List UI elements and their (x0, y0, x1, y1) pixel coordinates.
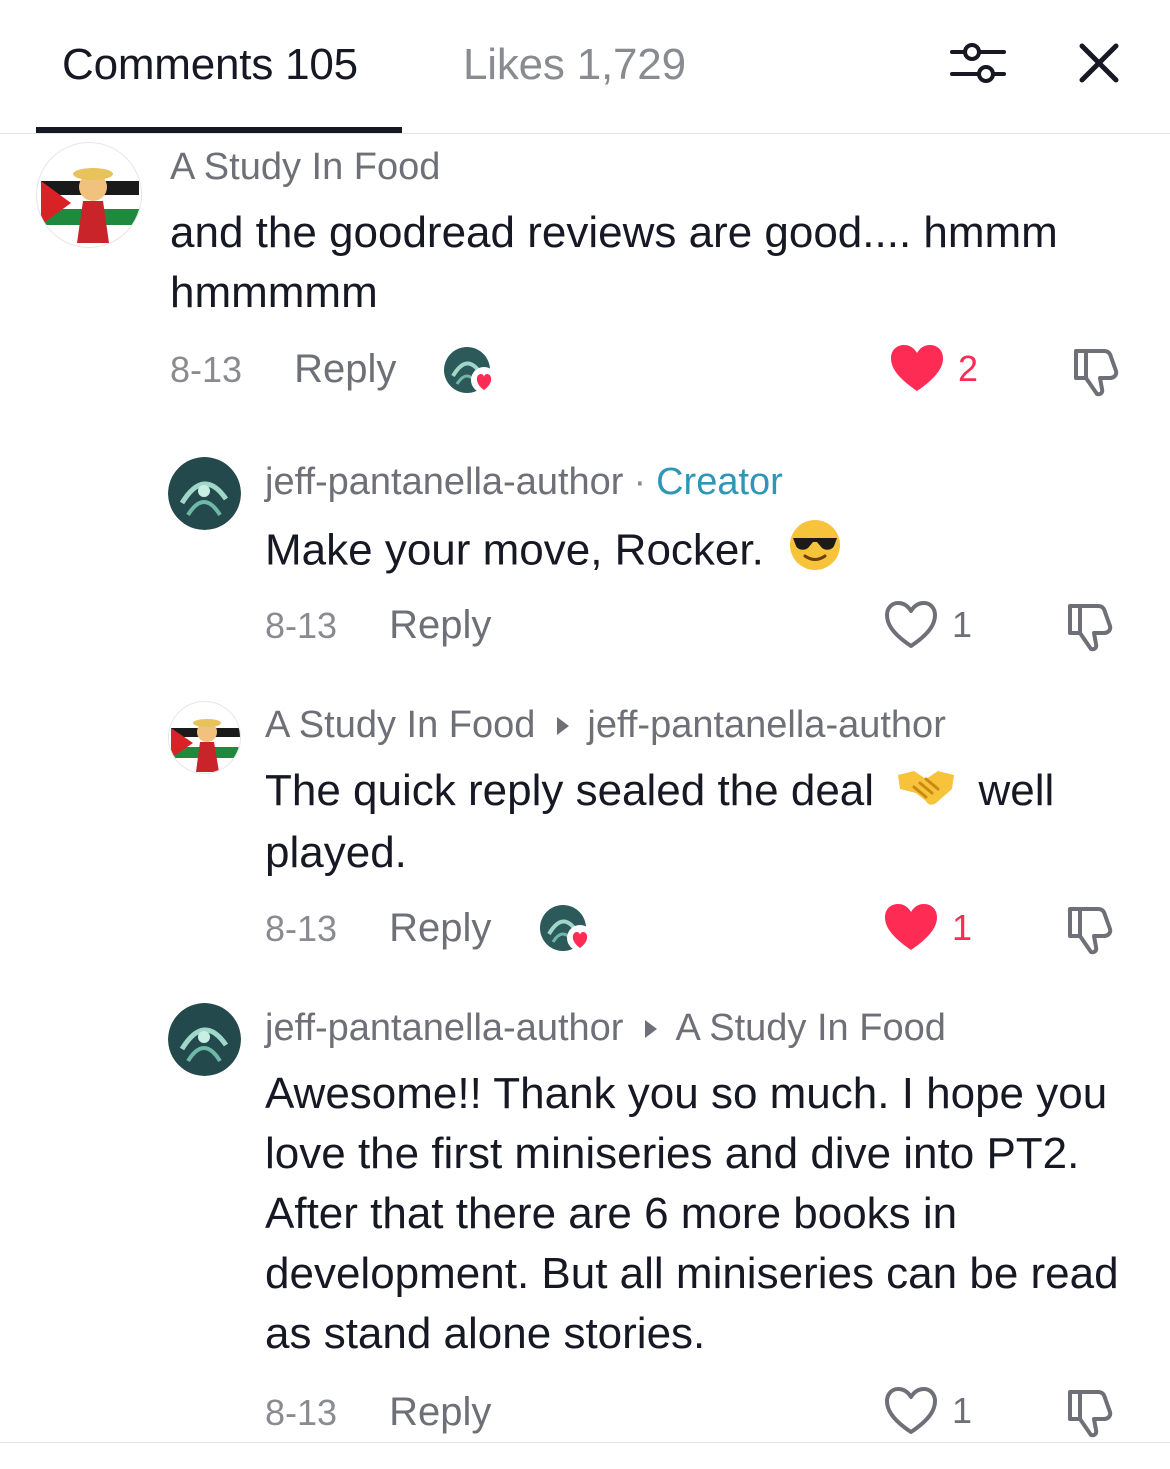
creator-badge: Creator (656, 461, 783, 503)
comment-date: 8-13 (265, 907, 338, 949)
thumbs-down-icon[interactable] (1064, 1386, 1120, 1438)
reply-button[interactable]: Reply (294, 347, 396, 392)
comment-meta: 8-13 Reply (265, 603, 491, 648)
divider (0, 1442, 1170, 1443)
comment-text-before: The quick reply sealed the deal (265, 766, 875, 815)
comment-meta: 8-13 Reply (265, 906, 491, 951)
thumbs-down-icon[interactable] (1070, 345, 1126, 397)
heart-outline-icon (885, 1387, 937, 1434)
active-tab-indicator (36, 127, 402, 133)
comment-author: A Study In Food jeff-pantanella-author (265, 704, 946, 747)
heart-outline-icon (885, 601, 937, 648)
reply-button[interactable]: Reply (389, 603, 491, 648)
author-name[interactable]: jeff-pantanella-author (265, 461, 623, 504)
reply-button[interactable]: Reply (389, 906, 491, 951)
comment-meta: 8-13 Reply (265, 1390, 491, 1435)
comment-meta: 8-13 Reply (170, 347, 396, 392)
liked-by-creator-icon (443, 346, 499, 396)
handshake-emoji (896, 763, 956, 823)
liked-by-creator-icon (539, 904, 595, 954)
comment-author[interactable]: A Study In Food (170, 146, 440, 189)
avatar[interactable] (36, 142, 142, 248)
comment-text: and the goodread reviews are good.... hm… (170, 208, 1058, 317)
comment-text: Awesome!! Thank you so much. I hope you … (265, 1069, 1119, 1358)
reply-to-name[interactable]: A Study In Food (675, 1007, 945, 1050)
reply-arrow-icon (557, 716, 570, 735)
thumbs-down-icon[interactable] (1064, 903, 1120, 955)
like-button[interactable]: 1 (884, 600, 972, 650)
author-name[interactable]: jeff-pantanella-author (265, 1007, 623, 1050)
comment-author: jeff-pantanella-author · Creator (265, 461, 783, 504)
sunglasses-emoji (788, 518, 842, 588)
heart-filled-icon (891, 345, 943, 391)
avatar[interactable] (168, 701, 241, 774)
like-count: 1 (952, 604, 973, 645)
comment-date: 8-13 (265, 604, 338, 646)
comment-text-content: Make your move, Rocker. (265, 525, 764, 575)
heart-filled-icon (885, 904, 937, 950)
thumbs-down-icon[interactable] (1064, 600, 1120, 652)
tab-likes[interactable]: Likes 1,729 (463, 40, 686, 90)
reply-button[interactable]: Reply (389, 1390, 491, 1435)
like-button[interactable]: 1 (884, 1386, 972, 1436)
like-count: 2 (958, 348, 979, 389)
tab-comments[interactable]: Comments 105 (62, 40, 358, 90)
comment-text: Make your move, Rocker. (265, 518, 1145, 588)
like-count: 1 (952, 1390, 973, 1431)
comments-header: Comments 105 Likes 1,729 (0, 0, 1170, 134)
like-count: 1 (952, 907, 973, 948)
separator-dot: · (633, 461, 647, 503)
comment-date: 8-13 (265, 1391, 338, 1433)
comment-date: 8-13 (170, 348, 243, 390)
avatar[interactable] (168, 1003, 241, 1076)
reply-to-name[interactable]: jeff-pantanella-author (587, 704, 945, 747)
like-button[interactable]: 2 (890, 344, 978, 394)
comment-author: jeff-pantanella-author A Study In Food (265, 1007, 946, 1050)
filter-sliders-icon[interactable] (948, 40, 1008, 88)
close-icon[interactable] (1076, 40, 1122, 86)
author-name[interactable]: A Study In Food (265, 704, 535, 747)
comment-text: The quick reply sealed the deal well pla… (265, 761, 1135, 883)
avatar[interactable] (168, 457, 241, 530)
like-button[interactable]: 1 (884, 903, 972, 953)
reply-arrow-icon (645, 1019, 658, 1038)
